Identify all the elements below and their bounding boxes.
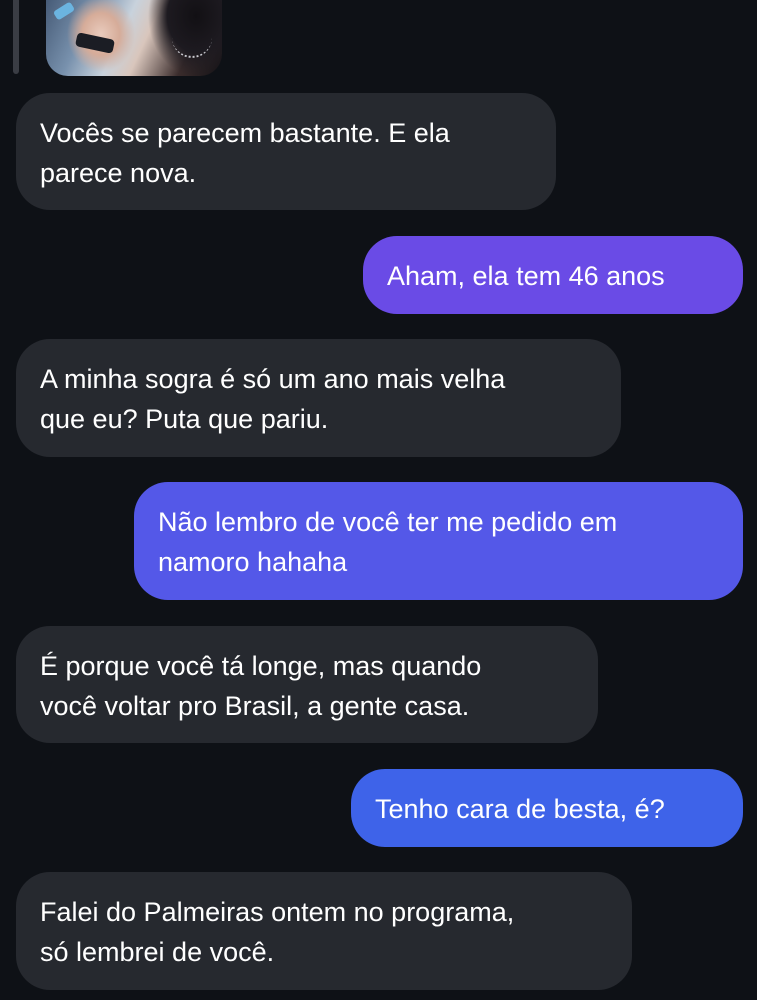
photo-detail-wristband bbox=[52, 1, 76, 21]
message-bubble-incoming[interactable]: Falei do Palmeiras ontem no programa, só… bbox=[16, 872, 632, 990]
message-bubble-outgoing[interactable]: Tenho cara de besta, é? bbox=[351, 769, 743, 847]
photo-detail-phone bbox=[74, 32, 116, 54]
reply-thread-line bbox=[13, 0, 19, 74]
photo-detail-necklace bbox=[172, 34, 212, 58]
message-bubble-incoming[interactable]: A minha sogra é só um ano mais velha que… bbox=[16, 339, 621, 457]
message-bubble-incoming[interactable]: Vocês se parecem bastante. E ela parece … bbox=[16, 93, 556, 210]
message-bubble-incoming[interactable]: É porque você tá longe, mas quando você … bbox=[16, 626, 598, 743]
message-bubble-outgoing[interactable]: Aham, ela tem 46 anos bbox=[363, 236, 743, 314]
message-bubble-outgoing[interactable]: Não lembro de você ter me pedido em namo… bbox=[134, 482, 743, 600]
shared-photo-thumbnail[interactable] bbox=[46, 0, 222, 76]
